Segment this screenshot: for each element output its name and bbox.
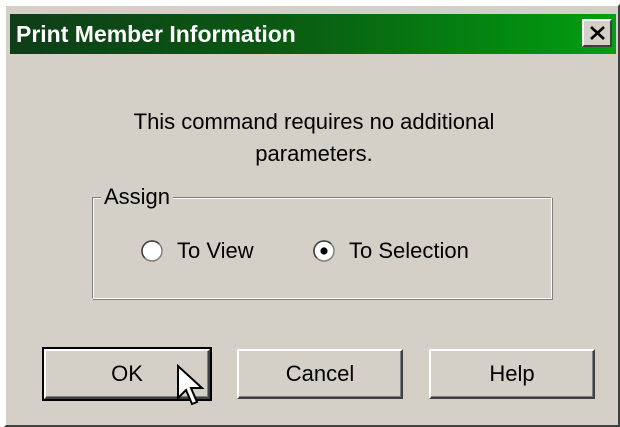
assign-group-label: Assign xyxy=(101,182,174,212)
close-icon xyxy=(590,26,605,40)
help-button[interactable]: Help xyxy=(429,349,595,399)
assign-groupbox: Assign To View To Selection xyxy=(92,182,552,299)
title-bar[interactable]: Print Member Information xyxy=(10,14,616,54)
to-selection-radio[interactable]: To Selection xyxy=(313,237,469,265)
ok-button[interactable]: OK xyxy=(42,347,212,401)
to-selection-label: To Selection xyxy=(349,238,469,263)
print-member-information-dialog: Print Member Information This command re… xyxy=(4,4,620,427)
cancel-button[interactable]: Cancel xyxy=(237,349,403,399)
message-line: This command requires no additional xyxy=(133,109,495,134)
radio-unselected-icon xyxy=(141,240,163,262)
dialog-title: Print Member Information xyxy=(16,21,296,47)
close-button[interactable] xyxy=(582,19,612,47)
radio-selected-icon xyxy=(313,240,335,262)
message-line: parameters. xyxy=(255,141,373,166)
message-text: This command requires no additional para… xyxy=(6,106,620,170)
to-view-label: To View xyxy=(177,238,254,263)
to-view-radio[interactable]: To View xyxy=(141,237,254,265)
